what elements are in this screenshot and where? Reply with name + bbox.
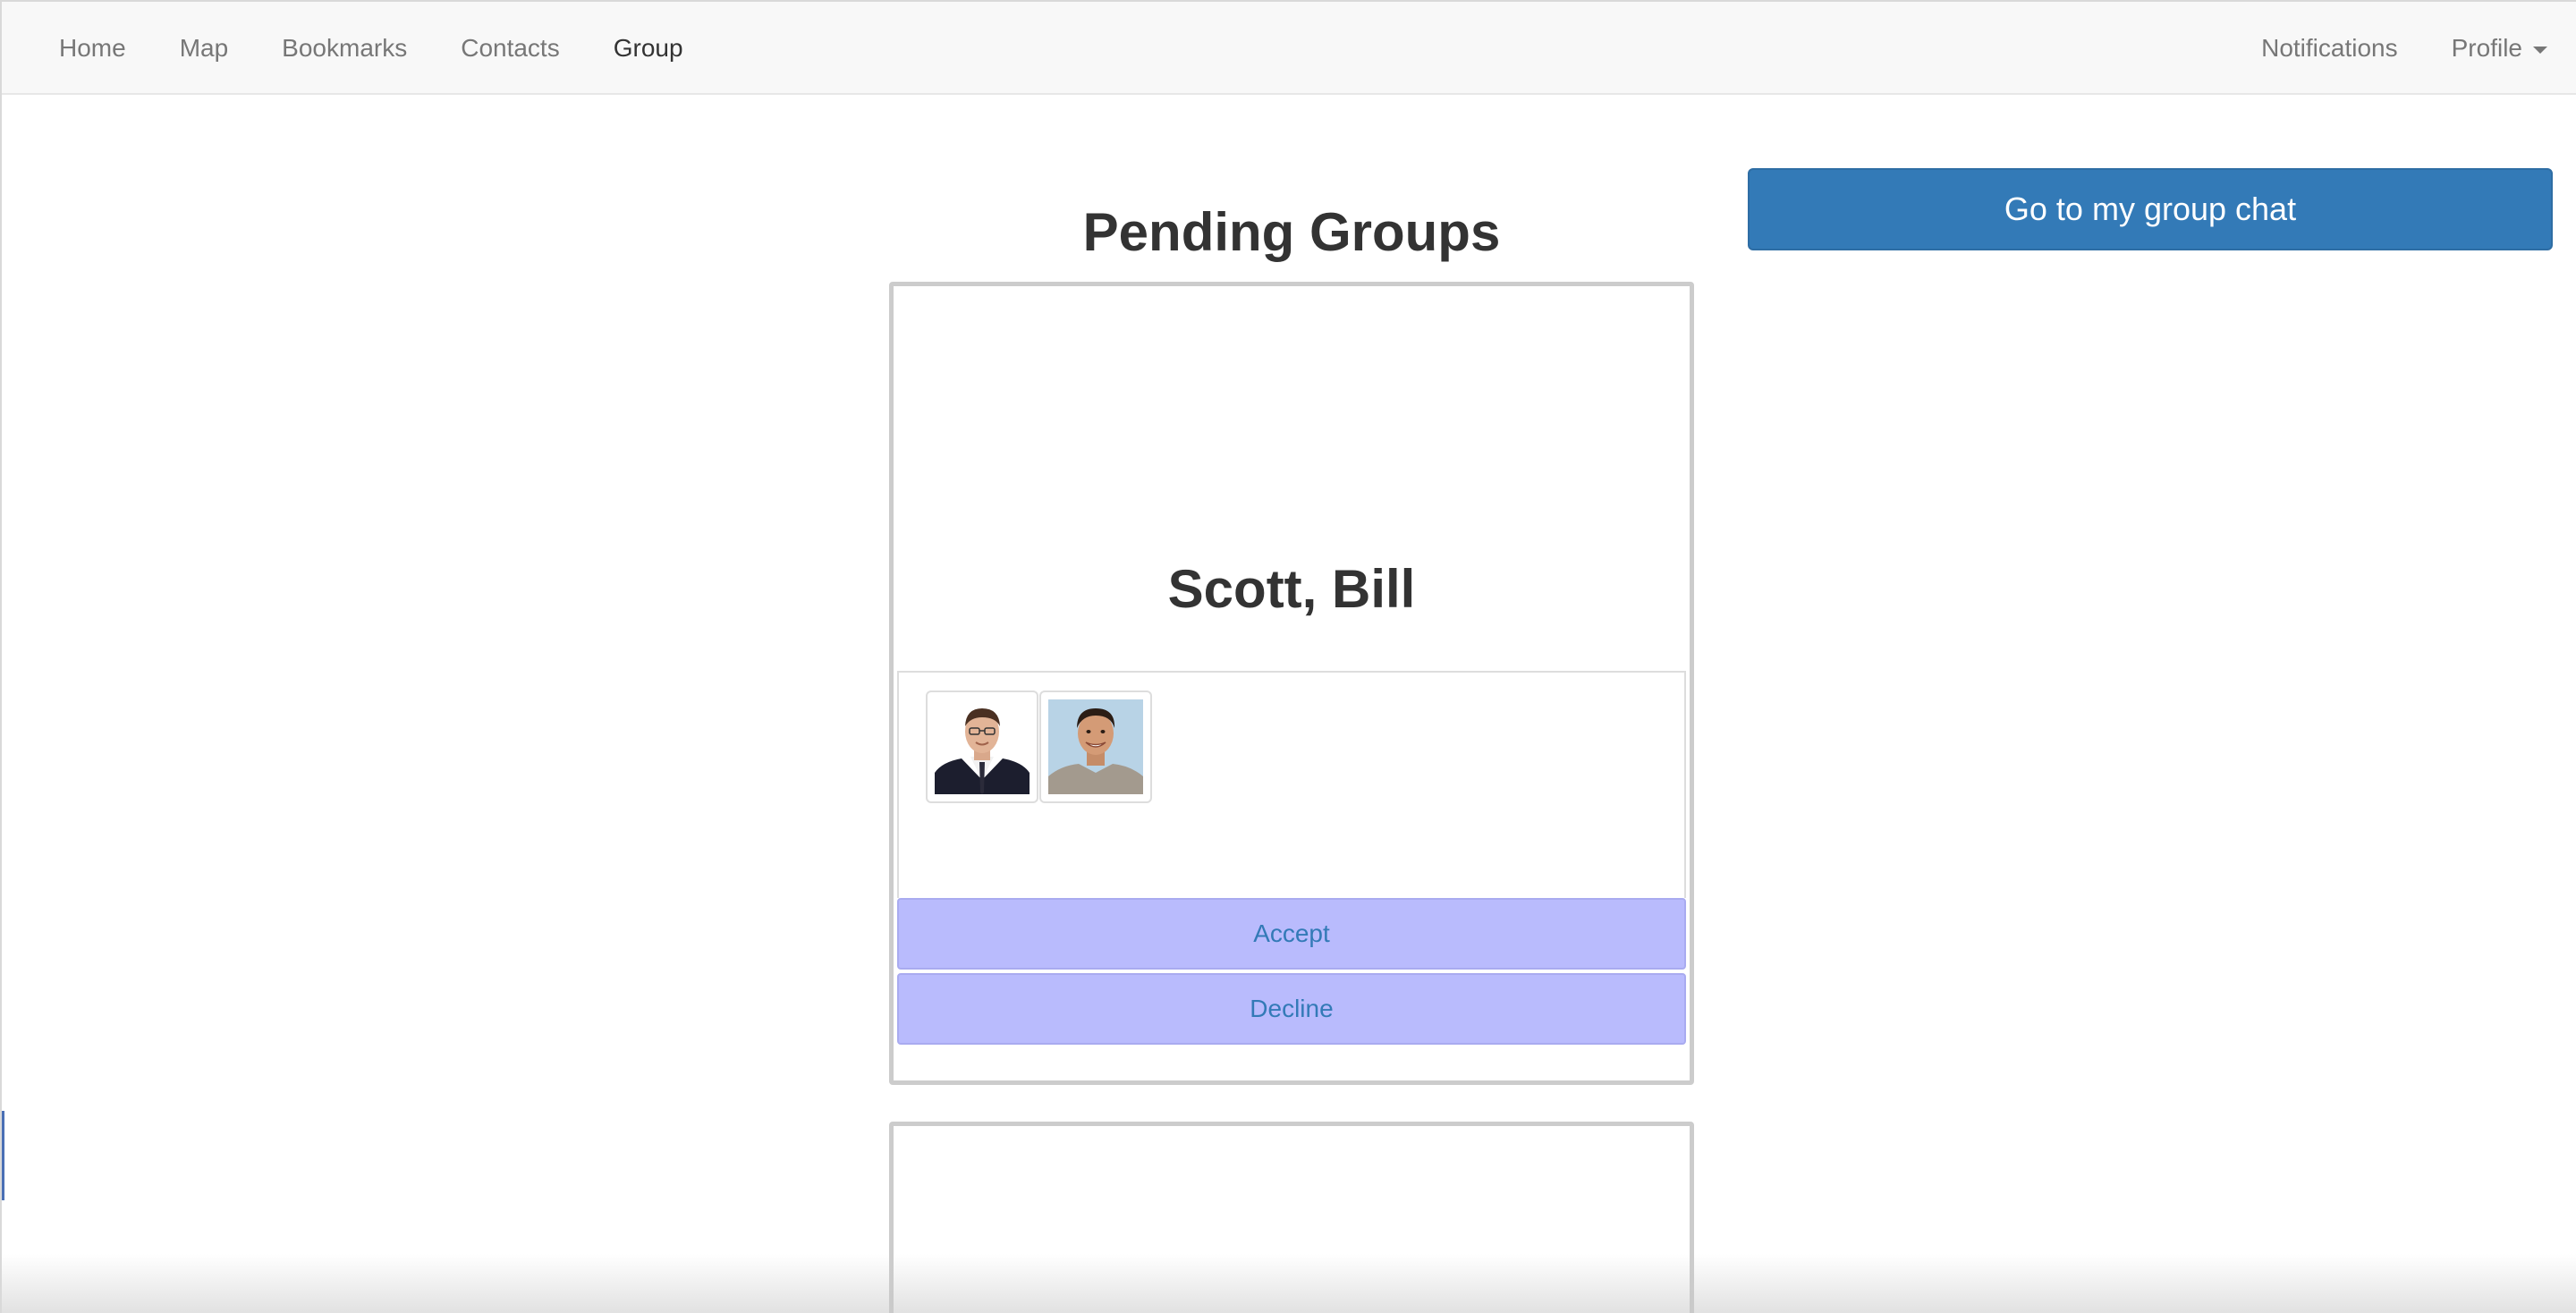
nav-item-profile-dropdown[interactable]: Profile (2425, 2, 2576, 95)
navbar: Home Map Bookmarks Contacts Group Notifi… (2, 2, 2576, 95)
profile-label: Profile (2451, 34, 2522, 62)
caret-down-icon (2533, 46, 2547, 54)
nav-item-notifications[interactable]: Notifications (2234, 2, 2425, 95)
page-title: Pending Groups (1082, 202, 1501, 262)
app-window: Home Map Bookmarks Contacts Group Notifi… (0, 0, 2576, 1313)
group-chat-button[interactable]: Go to my group chat (1748, 168, 2553, 250)
member-avatar[interactable] (1039, 690, 1152, 803)
nav-item-group[interactable]: Group (587, 2, 710, 95)
nav-left: Home Map Bookmarks Contacts Group (32, 2, 710, 95)
person-in-suit-photo-icon (935, 699, 1030, 794)
nav-item-map[interactable]: Map (153, 2, 255, 95)
person-smiling-photo-icon (1048, 699, 1143, 794)
decline-button[interactable]: Decline (897, 973, 1686, 1045)
members-panel (897, 671, 1686, 898)
nav-item-contacts[interactable]: Contacts (434, 2, 587, 95)
nav-right: Notifications Profile (2234, 2, 2576, 95)
window-edge-marker (2, 1111, 4, 1200)
nav-item-home[interactable]: Home (32, 2, 153, 95)
nav-item-bookmarks[interactable]: Bookmarks (255, 2, 434, 95)
member-avatar[interactable] (926, 690, 1038, 803)
pending-group-card: Scott, Bill Accept Decline (889, 282, 1694, 1085)
group-name: Scott, Bill (1167, 559, 1416, 619)
accept-button[interactable]: Accept (897, 898, 1686, 970)
pending-group-card (889, 1122, 1694, 1313)
